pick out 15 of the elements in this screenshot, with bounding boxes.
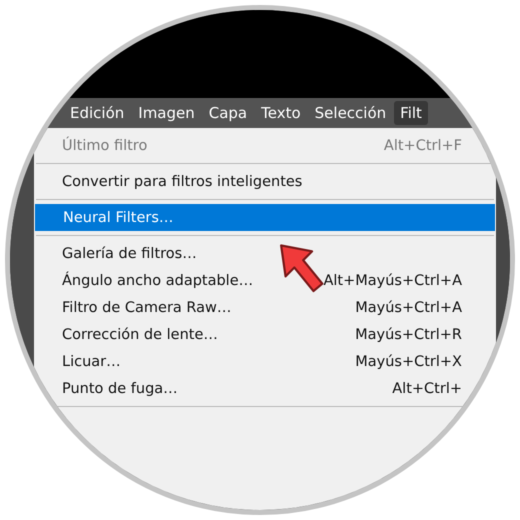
menu-item[interactable]: Ángulo ancho adaptable… Alt+Mayús+Ctrl+A — [34, 267, 496, 294]
menu-item[interactable]: Convertir para filtros inteligentes — [34, 168, 496, 195]
menu-tab[interactable]: Imagen — [132, 101, 201, 125]
menu-tab[interactable]: Capa — [202, 101, 254, 125]
menu-item[interactable]: Licuar… Mayús+Ctrl+X — [34, 348, 496, 375]
menu-tab[interactable]: Edición — [64, 101, 130, 125]
menu-item[interactable]: Corrección de lente… Mayús+Ctrl+R — [34, 321, 496, 348]
menu-item[interactable]: Galería de filtros… — [34, 240, 496, 267]
menu-item[interactable]: Neural Filters… — [35, 204, 495, 231]
menu-item[interactable]: Punto de fuga… Alt+Ctrl+ — [34, 375, 496, 402]
menu-item[interactable]: Filtro de Camera Raw… Mayús+Ctrl+A — [34, 294, 496, 321]
menu-tab[interactable]: Texto — [255, 101, 307, 125]
menu-tab[interactable]: Filt — [394, 101, 428, 125]
menu-tab[interactable]: Selección — [308, 101, 392, 125]
pointer-arrow-icon — [278, 244, 324, 294]
